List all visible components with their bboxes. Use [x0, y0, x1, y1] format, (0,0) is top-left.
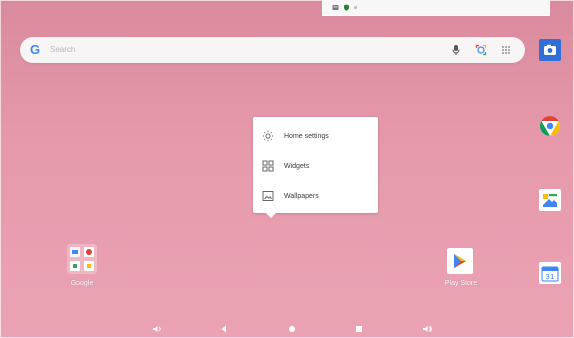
menu-pointer	[266, 213, 276, 218]
calendar-icon[interactable]: 31	[539, 262, 561, 284]
svg-text:31: 31	[546, 273, 555, 281]
camera-icon[interactable]	[539, 39, 561, 61]
search-input[interactable]: Search	[50, 44, 440, 56]
chrome-icon[interactable]	[539, 115, 561, 137]
volume-left-icon[interactable]	[152, 324, 162, 334]
recents-icon[interactable]	[354, 324, 364, 334]
home-icon[interactable]	[287, 324, 297, 334]
menu-item-widgets[interactable]: Widgets	[253, 151, 378, 181]
grid-icon	[262, 160, 274, 172]
google-search-bar[interactable]: G Search	[20, 37, 525, 63]
lens-icon[interactable]	[472, 41, 490, 59]
notification-dot	[354, 6, 357, 9]
play-store-icon[interactable]	[447, 248, 473, 274]
menu-label-widgets: Widgets	[284, 162, 310, 170]
mic-icon[interactable]	[447, 41, 465, 59]
back-icon[interactable]	[219, 324, 229, 334]
image-icon	[262, 190, 274, 202]
volume-right-icon[interactable]	[422, 324, 432, 334]
apps-icon[interactable]	[497, 41, 515, 59]
google-folder[interactable]	[66, 243, 98, 275]
menu-label-wallpapers: Wallpapers	[284, 192, 319, 200]
menu-label-home-settings: Home settings	[284, 132, 329, 140]
shield-icon	[343, 4, 350, 11]
status-bar-card	[322, 0, 550, 16]
photos-icon[interactable]	[539, 189, 561, 211]
play-store-label: Play Store	[444, 280, 478, 287]
google-folder-label: Google	[70, 280, 94, 287]
menu-item-wallpapers[interactable]: Wallpapers	[253, 181, 378, 211]
sms-icon	[332, 4, 339, 11]
google-logo-icon: G	[30, 42, 41, 57]
home-context-menu: Home settings Widgets Wallpapers	[253, 117, 378, 213]
menu-item-home-settings[interactable]: Home settings	[253, 121, 378, 151]
gear-icon	[262, 130, 274, 142]
